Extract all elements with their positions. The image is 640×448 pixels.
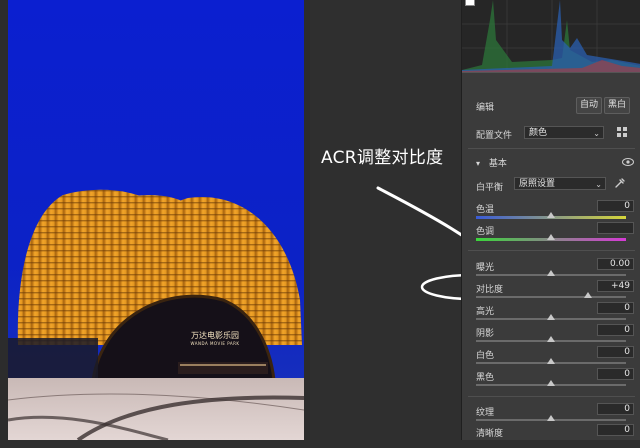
- slider-value-field[interactable]: 0: [597, 424, 634, 436]
- slider-thumb[interactable]: [547, 380, 555, 386]
- slider-shadows[interactable]: 阴影 0: [462, 324, 640, 348]
- slider-blacks[interactable]: 黑色 0: [462, 368, 640, 392]
- slider-value-field[interactable]: 0.00: [597, 258, 634, 270]
- edit-label: 编辑: [476, 103, 495, 113]
- profile-label: 配置文件: [476, 131, 513, 141]
- slider-temperature[interactable]: 色温 0: [462, 200, 640, 224]
- white-balance-value: 原照设置: [519, 179, 556, 189]
- slider-track[interactable]: [476, 296, 626, 298]
- slider-highlights[interactable]: 高光 0: [462, 302, 640, 326]
- slider-thumb[interactable]: [547, 336, 555, 342]
- slider-value-field[interactable]: 0: [597, 403, 634, 415]
- chevron-down-icon: ⌄: [595, 180, 602, 189]
- auto-button[interactable]: 自动: [576, 97, 602, 114]
- slider-clarity[interactable]: 清晰度 0: [462, 424, 640, 448]
- visibility-eye-icon[interactable]: [622, 158, 634, 166]
- slider-tint[interactable]: 色调: [462, 222, 640, 246]
- slider-value-field[interactable]: 0: [597, 368, 634, 380]
- slider-value-field[interactable]: 0: [597, 346, 634, 358]
- basic-section-title: 基本: [488, 159, 507, 169]
- profile-dropdown[interactable]: 颜色 ⌄: [524, 126, 604, 139]
- slider-value-field[interactable]: 0: [597, 200, 634, 212]
- slider-thumb[interactable]: [547, 270, 555, 276]
- slider-label: 阴影: [476, 329, 495, 339]
- slider-contrast[interactable]: 对比度 +49: [462, 280, 640, 304]
- slider-thumb[interactable]: [547, 212, 555, 218]
- slider-label: 高光: [476, 307, 495, 317]
- chevron-down-icon: ⌄: [593, 129, 600, 138]
- slider-thumb[interactable]: [547, 358, 555, 364]
- slider-value-field[interactable]: +49: [597, 280, 634, 292]
- basic-section-toggle[interactable]: ▾ 基本: [476, 156, 507, 169]
- slider-value-field[interactable]: 0: [597, 302, 634, 314]
- profile-browser-icon[interactable]: [617, 127, 627, 137]
- slider-value-field[interactable]: 0: [597, 324, 634, 336]
- slider-label: 曝光: [476, 263, 495, 273]
- histogram-clip-toggle[interactable]: [465, 0, 475, 6]
- slider-label: 黑色: [476, 373, 495, 383]
- bw-button[interactable]: 黑白: [604, 97, 630, 114]
- slider-thumb[interactable]: [547, 234, 555, 240]
- slider-value-field[interactable]: [597, 222, 634, 234]
- slider-exposure[interactable]: 曝光 0.00: [462, 258, 640, 282]
- slider-label: 对比度: [476, 285, 504, 295]
- slider-whites[interactable]: 白色 0: [462, 346, 640, 370]
- slider-thumb[interactable]: [547, 415, 555, 421]
- white-balance-label: 白平衡: [476, 183, 504, 193]
- slider-label: 色温: [476, 205, 495, 215]
- chevron-down-icon: ▾: [476, 159, 481, 168]
- eyedropper-icon[interactable]: [614, 177, 626, 189]
- slider-label: 清晰度: [476, 429, 504, 439]
- slider-label: 纹理: [476, 408, 495, 418]
- acr-adjust-panel: 编辑 自动 黑白 配置文件 颜色 ⌄ ▾ 基本 白平衡 原照设置 ⌄ 色温 0 …: [461, 0, 640, 440]
- profile-dropdown-value: 颜色: [529, 128, 548, 138]
- white-balance-dropdown[interactable]: 原照设置 ⌄: [514, 177, 606, 190]
- histogram: [462, 0, 640, 73]
- slider-label: 白色: [476, 351, 495, 361]
- slider-thumb[interactable]: [583, 292, 592, 298]
- slider-thumb[interactable]: [547, 314, 555, 320]
- slider-label: 色调: [476, 227, 495, 237]
